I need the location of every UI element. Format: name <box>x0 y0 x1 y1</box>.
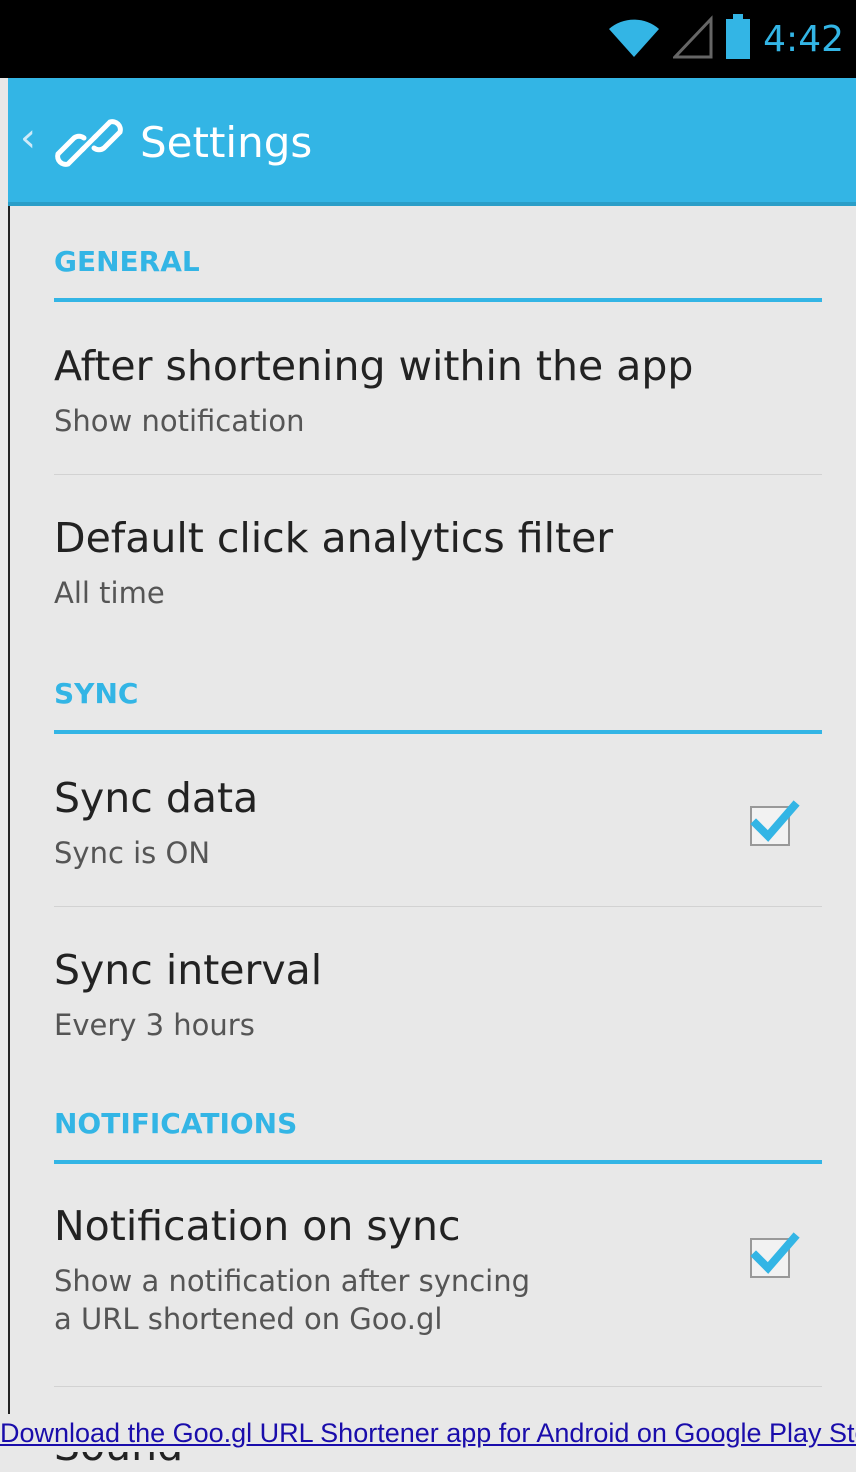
pref-after-shortening[interactable]: After shortening within the app Show not… <box>54 340 822 440</box>
section-header-sync: SYNC <box>54 676 822 734</box>
pref-notification-on-sync[interactable]: Notification on sync Show a notification… <box>54 1200 822 1338</box>
section-header-general: GENERAL <box>54 244 822 302</box>
pref-sync-interval[interactable]: Sync interval Every 3 hours <box>54 944 822 1044</box>
status-time: 4:42 <box>763 18 844 60</box>
pref-title: Default click analytics filter <box>54 514 614 562</box>
pref-sync-data[interactable]: Sync data Sync is ON <box>54 772 822 872</box>
wifi-icon <box>607 15 661 63</box>
pref-summary: All time <box>54 576 165 610</box>
divider <box>54 474 822 475</box>
sync-data-checkbox[interactable] <box>750 800 800 846</box>
section-header-notifications: NOTIFICATIONS <box>54 1106 822 1164</box>
check-icon <box>750 1232 800 1274</box>
pref-summary: Every 3 hours <box>54 1008 255 1042</box>
signal-icon <box>671 15 713 63</box>
settings-list: GENERAL After shortening within the app … <box>8 206 856 1470</box>
pref-title: After shortening within the app <box>54 342 694 390</box>
check-icon <box>750 800 800 842</box>
pref-summary: Sync is ON <box>54 836 211 870</box>
pref-default-analytics-filter[interactable]: Default click analytics filter All time <box>54 512 822 612</box>
footer-link[interactable]: Download the Goo.gl URL Shortener app fo… <box>0 1418 856 1448</box>
status-bar: 4:42 <box>0 0 856 78</box>
footer-link-bar: Download the Goo.gl URL Shortener app fo… <box>0 1414 856 1452</box>
pref-title: Sync interval <box>54 946 323 994</box>
pref-summary: Show notification <box>54 404 305 438</box>
link-icon[interactable] <box>54 108 124 178</box>
pref-title: Notification on sync <box>54 1202 461 1250</box>
page-title: Settings <box>140 118 313 167</box>
divider <box>54 1386 822 1387</box>
divider <box>54 906 822 907</box>
pref-title: Sync data <box>54 774 259 822</box>
chevron-left-icon[interactable]: ‹ <box>20 118 36 158</box>
notification-on-sync-checkbox[interactable] <box>750 1232 800 1278</box>
pref-summary: Show a notification after syncing a URL … <box>54 1264 531 1336</box>
action-bar: ‹ Settings <box>8 78 856 206</box>
battery-icon <box>725 14 751 64</box>
